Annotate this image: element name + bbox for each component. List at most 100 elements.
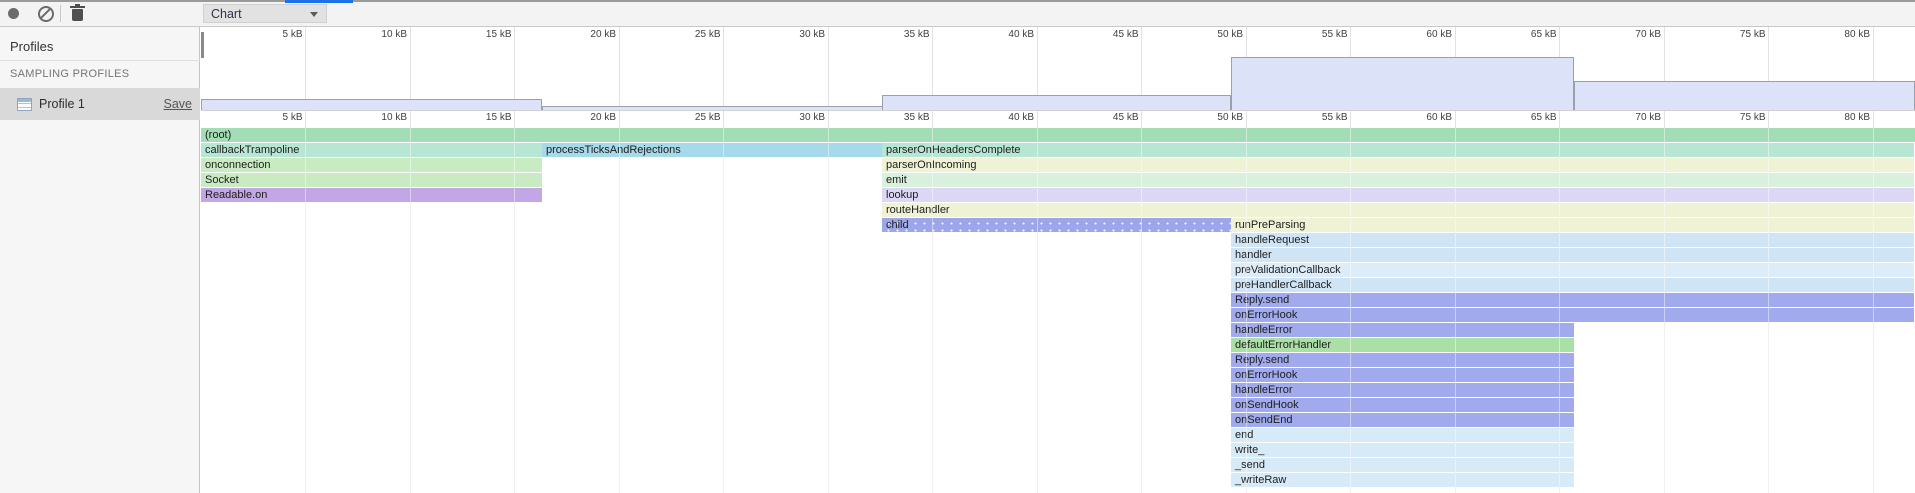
gridline-overlay: [514, 128, 515, 493]
toolbar-separator: [60, 5, 61, 22]
ruler-tick-label: 75 kB: [1706, 112, 1766, 123]
memory-sampling-profiler-panel: { "toolbar": { "record_tooltip": "record…: [0, 0, 1915, 493]
ruler-tick-label: 10 kB: [347, 112, 407, 123]
sidebar-item-profile-1[interactable]: Profile 1 Save: [0, 88, 200, 120]
gridline-overlay: [619, 128, 620, 493]
flame-frame-prevalidationcallback[interactable]: preValidationCallback: [1231, 263, 1914, 277]
flame-frame-runpreparsing[interactable]: runPreParsing: [1231, 218, 1914, 232]
ruler-tick-label: 45 kB: [1079, 29, 1139, 40]
record-button[interactable]: [2, 0, 24, 27]
flame-frame-onsendhook[interactable]: onSendHook: [1231, 398, 1574, 412]
ruler-tick-label: 30 kB: [765, 112, 825, 123]
chevron-down-icon: [310, 12, 318, 17]
gridline-overlay: [828, 128, 829, 493]
ruler-tick-label: 50 kB: [1183, 112, 1243, 123]
flame-frame-handlerequest[interactable]: handleRequest: [1231, 233, 1914, 247]
flame-chart-area[interactable]: 5 kB 10 kB 15 kB 20 kB 25 kB 30 kB 35 kB 40 kB 4…: [201, 27, 1915, 493]
sampling-profiles-section-label: SAMPLING PROFILES: [10, 68, 129, 80]
flame-frame-onerrorhook[interactable]: onErrorHook: [1231, 308, 1914, 322]
ruler-tick-label: 15 kB: [452, 29, 512, 40]
ruler-tick-label: 35 kB: [870, 29, 930, 40]
flame-frame-reply.send[interactable]: Reply.send: [1231, 293, 1914, 307]
toolbar: Chart: [0, 0, 1915, 27]
ruler-tick-label: 60 kB: [1392, 29, 1452, 40]
overview-drag-handle[interactable]: [201, 32, 204, 58]
ruler-tick-label: 40 kB: [974, 112, 1034, 123]
flame-frame-_writeraw[interactable]: _writeRaw: [1231, 473, 1574, 487]
gridline-overlay: [723, 128, 724, 493]
overview-divider: [201, 110, 1915, 111]
ruler-tick-label: 25 kB: [661, 29, 721, 40]
flame-frame-socket[interactable]: Socket: [201, 173, 542, 187]
ruler-tick-label: 65 kB: [1497, 29, 1557, 40]
sidebar-divider: [0, 60, 200, 61]
ruler-tick-label: 80 kB: [1810, 112, 1870, 123]
overview-segment: [882, 95, 1231, 110]
ruler-tick-label: 55 kB: [1288, 29, 1348, 40]
flame-frame-end[interactable]: end: [1231, 428, 1574, 442]
view-mode-value: Chart: [211, 7, 242, 21]
gridline-overlay: [410, 128, 411, 493]
profiles-sidebar: Profiles SAMPLING PROFILES Profile 1 Sav…: [0, 27, 200, 493]
gridline-overlay: [1141, 128, 1142, 493]
flame-frame-child[interactable]: child: [882, 218, 1231, 232]
ruler-tick-label: 45 kB: [1079, 112, 1139, 123]
ruler-tick-label: 40 kB: [974, 29, 1034, 40]
ruler-tick-label: 10 kB: [347, 29, 407, 40]
flame-frame--root-[interactable]: (root): [201, 128, 1915, 142]
ruler-tick-label: 60 kB: [1392, 112, 1452, 123]
ruler-tick-label: 75 kB: [1706, 29, 1766, 40]
ruler-tick-label: 80 kB: [1810, 29, 1870, 40]
profile-grid-icon: [17, 98, 32, 111]
ruler-tick-label: 15 kB: [452, 112, 512, 123]
flame-frame-onsendend[interactable]: onSendEnd: [1231, 413, 1574, 427]
ruler-tick-label: 70 kB: [1601, 112, 1661, 123]
clear-button[interactable]: [33, 0, 59, 27]
active-tab-indicator: [285, 0, 353, 3]
flame-frame-write_[interactable]: write_: [1231, 443, 1574, 457]
save-profile-link[interactable]: Save: [164, 97, 193, 111]
flame-frame-onconnection[interactable]: onconnection: [201, 158, 542, 172]
delete-profile-button[interactable]: [64, 0, 90, 27]
flame-frame-callbacktrampoline[interactable]: callbackTrampoline: [201, 143, 542, 157]
flame-frame-handler[interactable]: handler: [1231, 248, 1914, 262]
flame-frame-handleerror[interactable]: handleError: [1231, 383, 1574, 397]
gridline-overlay: [1768, 128, 1769, 493]
gridline-overlay: [305, 128, 306, 493]
sidebar-title: Profiles: [10, 39, 53, 54]
ruler-tick-label: 5 kB: [243, 112, 303, 123]
block-icon: [38, 6, 54, 22]
gridline-overlay: [932, 128, 933, 493]
flame-frame-handleerror[interactable]: handleError: [1231, 323, 1574, 337]
gridline-overlay: [1246, 128, 1247, 493]
flame-frame-defaulterrorhandler[interactable]: defaultErrorHandler: [1231, 338, 1574, 352]
record-icon: [8, 8, 19, 19]
gridline-overlay: [1559, 128, 1560, 493]
flame-frame-reply.send[interactable]: Reply.send: [1231, 353, 1574, 367]
flame-frame-readable.on[interactable]: Readable.on: [201, 188, 542, 202]
gridline-overlay: [1037, 128, 1038, 493]
flame-frame-processticksandrejections[interactable]: processTicksAndRejections: [542, 143, 883, 157]
view-mode-select[interactable]: Chart: [203, 4, 327, 23]
ruler-tick-label: 20 kB: [556, 29, 616, 40]
flame-frame-onerrorhook[interactable]: onErrorHook: [1231, 368, 1574, 382]
ruler-tick-label: 30 kB: [765, 29, 825, 40]
overview-segment: [201, 99, 542, 110]
ruler-tick-label: 70 kB: [1601, 29, 1661, 40]
ruler-tick-label: 35 kB: [870, 112, 930, 123]
gridline-overlay: [1873, 128, 1874, 493]
gridline-overlay: [1455, 128, 1456, 493]
ruler-tick-label: 25 kB: [661, 112, 721, 123]
ruler-tick-label: 20 kB: [556, 112, 616, 123]
profile-name: Profile 1: [39, 97, 85, 111]
ruler-tick-label: 65 kB: [1497, 112, 1557, 123]
overview-segment: [1231, 57, 1574, 110]
flame-frame-_send[interactable]: _send: [1231, 458, 1574, 472]
ruler-tick-label: 50 kB: [1183, 29, 1243, 40]
ruler-tick-label: 55 kB: [1288, 112, 1348, 123]
flame-frame-prehandlercallback[interactable]: preHandlerCallback: [1231, 278, 1914, 292]
ruler-tick-label: 5 kB: [243, 29, 303, 40]
overview-segment: [1574, 81, 1915, 110]
gridline-overlay: [1664, 128, 1665, 493]
gridline-overlay: [1350, 128, 1351, 493]
